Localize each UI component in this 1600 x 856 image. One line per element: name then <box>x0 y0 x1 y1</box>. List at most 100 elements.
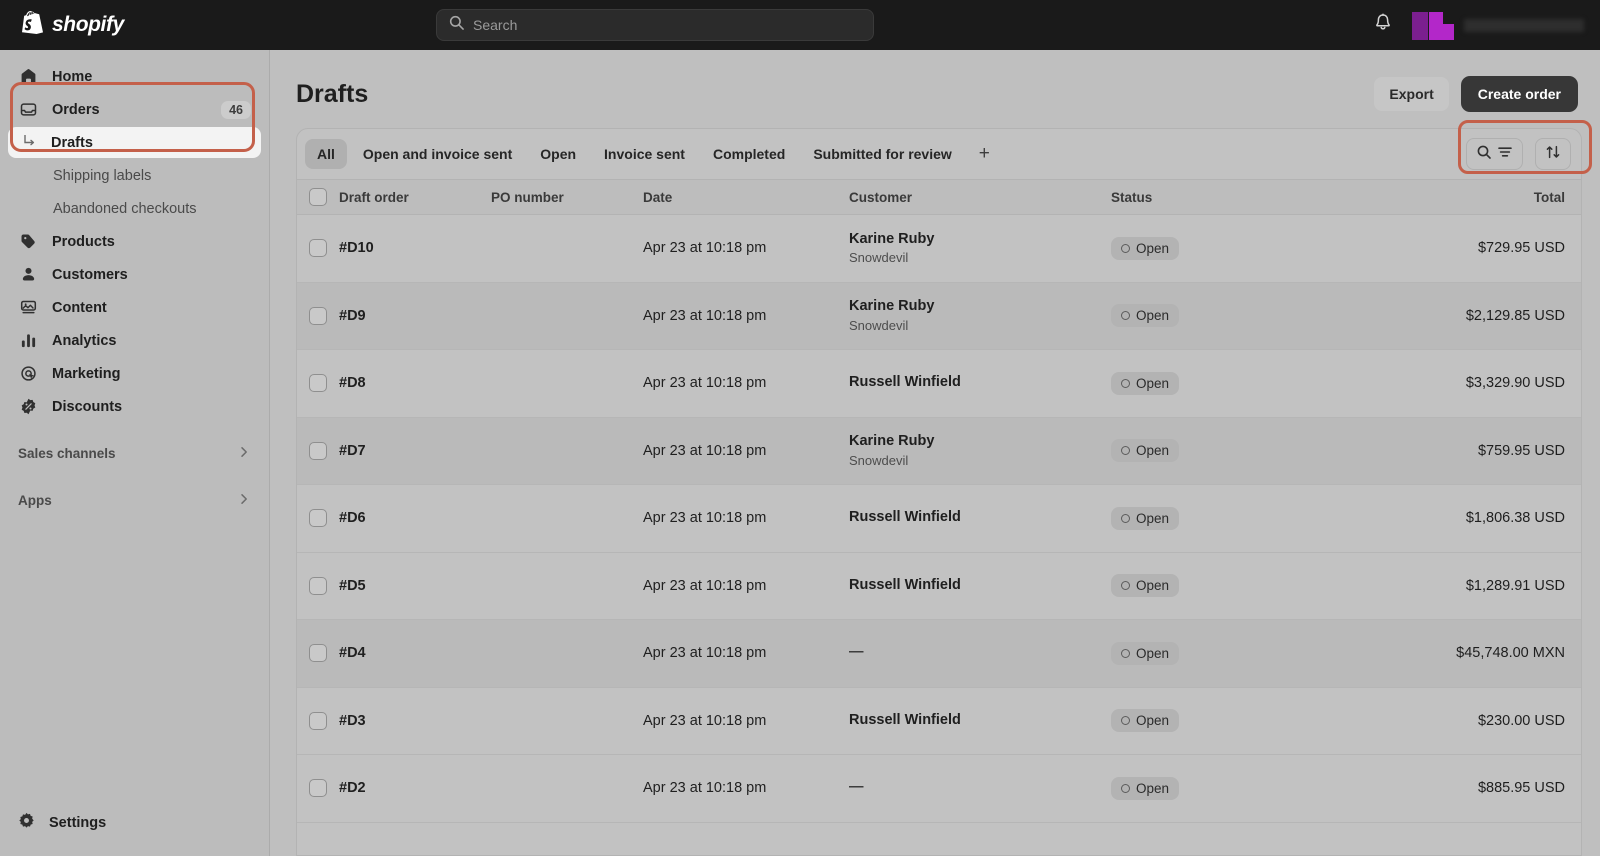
cell-draft-order: #D10 <box>339 240 374 257</box>
column-header-date[interactable]: Date <box>643 190 849 205</box>
column-header-status[interactable]: Status <box>1111 190 1391 205</box>
customer-name: Russell Winfield <box>849 374 961 391</box>
column-header-customer[interactable]: Customer <box>849 190 1111 205</box>
cell-customer: Karine Ruby Snowdevil <box>849 230 1111 267</box>
cell-date: Apr 23 at 10:18 pm <box>643 645 767 662</box>
tab-submitted-for-review[interactable]: Submitted for review <box>801 139 963 169</box>
sidebar-item-content[interactable]: Content <box>8 292 261 323</box>
column-header-draft-order[interactable]: Draft order <box>339 190 491 205</box>
tab-open[interactable]: Open <box>528 139 588 169</box>
cell-status: Open <box>1111 709 1391 733</box>
sidebar-item-discounts[interactable]: Discounts <box>8 391 261 422</box>
customer-company: Snowdevil <box>849 250 909 266</box>
global-search[interactable]: Search <box>436 9 874 41</box>
brand-wordmark: shopify <box>52 13 124 36</box>
filter-icon <box>1497 144 1513 165</box>
top-bar: shopify Search <box>0 0 1600 50</box>
chevron-right-icon <box>237 492 251 509</box>
cell-status: Open <box>1111 304 1391 328</box>
row-checkbox[interactable] <box>297 374 339 393</box>
cell-date: Apr 23 at 10:18 pm <box>643 240 767 257</box>
table-row[interactable]: #D6 Apr 23 at 10:18 pm Russell Winfield … <box>297 485 1581 553</box>
sidebar-group-sales-channels[interactable]: Sales channels <box>8 438 261 469</box>
home-icon <box>18 68 38 85</box>
cell-draft-order: #D3 <box>339 712 366 729</box>
column-header-total[interactable]: Total <box>1391 190 1581 205</box>
tab-all[interactable]: All <box>305 139 347 169</box>
bell-icon <box>1374 13 1392 37</box>
cell-draft-order: #D5 <box>339 577 366 594</box>
account-menu[interactable] <box>1412 10 1584 40</box>
sidebar-item-label: Drafts <box>51 134 93 151</box>
table-row[interactable]: #D10 Apr 23 at 10:18 pm Karine Ruby Snow… <box>297 215 1581 283</box>
column-header-po-number[interactable]: PO number <box>491 190 643 205</box>
drafts-card: All Open and invoice sent Open Invoice s… <box>296 128 1582 856</box>
table-row[interactable]: #D3 Apr 23 at 10:18 pm Russell Winfield … <box>297 688 1581 755</box>
row-checkbox[interactable] <box>297 509 339 528</box>
cell-status: Open <box>1111 371 1391 395</box>
sidebar-item-settings[interactable]: Settings <box>8 807 261 838</box>
table-row[interactable]: #D2 Apr 23 at 10:18 pm — Open $885.95 US… <box>297 755 1581 823</box>
cell-status: Open <box>1111 776 1391 800</box>
row-checkbox[interactable] <box>297 239 339 258</box>
sidebar-item-orders[interactable]: Orders 46 <box>8 94 261 125</box>
sidebar-item-customers[interactable]: Customers <box>8 259 261 290</box>
shopify-brand[interactable]: shopify <box>0 11 270 39</box>
export-button[interactable]: Export <box>1374 77 1449 111</box>
app-body: Home Orders 46 Drafts Shipping labels Ab… <box>0 50 1600 856</box>
sidebar-item-marketing[interactable]: Marketing <box>8 358 261 389</box>
cell-date: Apr 23 at 10:18 pm <box>643 375 767 392</box>
sidebar-item-abandoned-checkouts[interactable]: Abandoned checkouts <box>8 193 261 224</box>
status-badge: Open <box>1111 776 1180 800</box>
sidebar-item-shipping-labels[interactable]: Shipping labels <box>8 160 261 191</box>
row-checkbox[interactable] <box>297 644 339 663</box>
tab-invoice-sent[interactable]: Invoice sent <box>592 139 697 169</box>
row-checkbox[interactable] <box>297 779 339 798</box>
table-header-row: Draft order PO number Date Customer Stat… <box>297 179 1581 215</box>
sort-button[interactable] <box>1535 138 1571 170</box>
sidebar-item-label: Settings <box>49 814 107 831</box>
status-dot-icon <box>1121 716 1130 726</box>
search-icon <box>449 15 464 35</box>
sidebar-group-label: Sales channels <box>18 446 116 461</box>
table-row[interactable]: #D7 Apr 23 at 10:18 pm Karine Ruby Snowd… <box>297 417 1581 485</box>
status-label: Open <box>1136 443 1170 459</box>
create-order-button[interactable]: Create order <box>1460 76 1578 112</box>
sidebar-item-home[interactable]: Home <box>8 61 261 92</box>
sidebar-item-label: Products <box>52 233 115 250</box>
notifications-button[interactable] <box>1368 10 1398 40</box>
orders-count-badge: 46 <box>221 100 251 119</box>
row-checkbox[interactable] <box>297 306 339 325</box>
table-row[interactable]: #D4 Apr 23 at 10:18 pm — Open $45,748.00… <box>297 620 1581 688</box>
sidebar-item-analytics[interactable]: Analytics <box>8 325 261 356</box>
row-checkbox[interactable] <box>297 711 339 730</box>
cell-status: Open <box>1111 574 1391 598</box>
sidebar-item-products[interactable]: Products <box>8 226 261 257</box>
status-label: Open <box>1136 308 1170 324</box>
cell-customer: Russell Winfield <box>849 711 1111 731</box>
status-dot-icon <box>1121 648 1130 658</box>
cell-draft-order: #D4 <box>339 645 366 662</box>
tab-open-and-invoice-sent[interactable]: Open and invoice sent <box>351 139 524 169</box>
search-and-filter-button[interactable] <box>1466 138 1523 170</box>
marketing-target-icon <box>18 365 38 382</box>
select-all-checkbox[interactable] <box>297 188 339 206</box>
tab-completed[interactable]: Completed <box>701 139 797 169</box>
cell-status: Open <box>1111 506 1391 530</box>
row-checkbox[interactable] <box>297 441 339 460</box>
add-tab-button[interactable]: + <box>968 140 1001 168</box>
orders-inbox-icon <box>18 101 38 118</box>
status-label: Open <box>1136 375 1170 391</box>
status-label: Open <box>1136 510 1170 526</box>
table-row[interactable]: #D8 Apr 23 at 10:18 pm Russell Winfield … <box>297 350 1581 418</box>
cell-customer: Russell Winfield <box>849 373 1111 393</box>
sidebar-group-apps[interactable]: Apps <box>8 485 261 516</box>
search-icon <box>1476 144 1492 165</box>
row-checkbox[interactable] <box>297 576 339 595</box>
sidebar-item-drafts[interactable]: Drafts <box>8 127 261 158</box>
cell-customer: Russell Winfield <box>849 576 1111 596</box>
table-row[interactable]: #D9 Apr 23 at 10:18 pm Karine Ruby Snowd… <box>297 282 1581 350</box>
sidebar: Home Orders 46 Drafts Shipping labels Ab… <box>0 50 270 856</box>
table-row[interactable]: #D5 Apr 23 at 10:18 pm Russell Winfield … <box>297 553 1581 620</box>
